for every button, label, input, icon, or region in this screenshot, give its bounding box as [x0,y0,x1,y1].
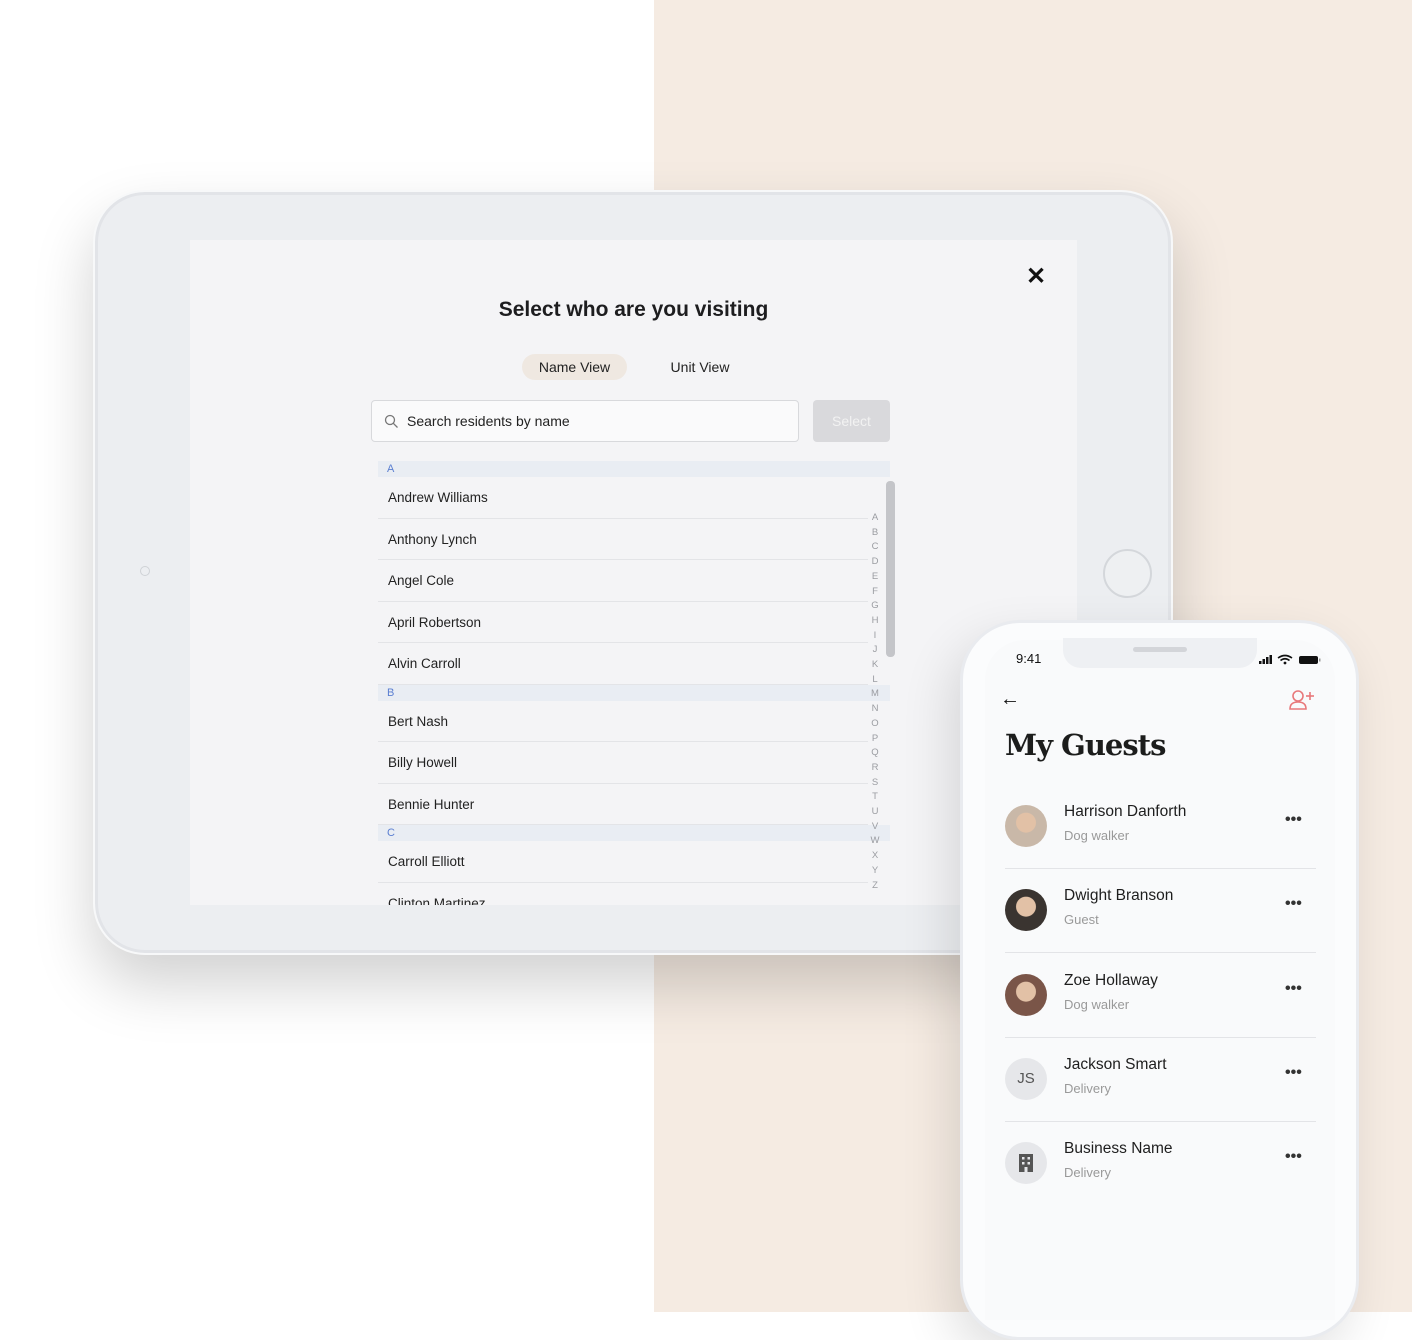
guest-name: Business Name [1064,1140,1173,1158]
alphabet-letter[interactable]: Y [869,864,881,879]
alphabet-letter[interactable]: L [869,673,881,688]
tab-name-view[interactable]: Name View [522,354,627,380]
alphabet-letter[interactable]: Q [869,746,881,761]
more-options-icon[interactable]: ••• [1285,811,1302,829]
phone-speaker [1133,647,1187,652]
more-options-icon[interactable]: ••• [1285,1064,1302,1082]
tablet-home-button[interactable] [1103,549,1152,598]
alphabet-letter[interactable]: G [869,599,881,614]
resident-row[interactable]: Clinton Martinez [378,883,868,906]
alphabet-letter[interactable]: M [869,687,881,702]
status-icons [1259,654,1321,669]
more-options-icon[interactable]: ••• [1285,980,1302,998]
divider [1005,1120,1316,1122]
add-guest-icon[interactable] [1289,689,1315,716]
alphabet-letter[interactable]: X [869,849,881,864]
alphabet-letter[interactable]: J [869,643,881,658]
divider [1005,952,1316,954]
guest-item[interactable]: Business Name Delivery ••• [1005,1140,1316,1226]
guest-name: Jackson Smart [1064,1055,1167,1073]
guest-role: Dog walker [1064,828,1130,843]
tab-unit-view[interactable]: Unit View [650,354,750,380]
alphabet-letter[interactable]: E [869,570,881,585]
battery-icon [1299,656,1321,664]
alphabet-letter[interactable]: N [869,702,881,717]
alphabet-letter[interactable]: B [869,526,881,541]
alphabet-letter[interactable]: P [869,732,881,747]
select-button[interactable]: Select [813,400,890,442]
alphabet-letter[interactable]: O [869,717,881,732]
guest-item[interactable]: Harrison Danforth Dog walker ••• [1005,803,1316,889]
avatar-initials: JS [1005,1057,1047,1100]
alphabet-letter[interactable]: K [869,658,881,673]
wifi-icon [1277,654,1293,665]
search-icon [384,414,398,428]
resident-row[interactable]: April Robertson [378,602,868,643]
alphabet-letter[interactable]: W [869,834,881,849]
avatar [1005,973,1047,1016]
resident-list: A Andrew Williams Anthony Lynch Angel Cole A… [378,461,890,905]
resident-row[interactable]: Bert Nash [378,701,868,742]
alphabet-letter[interactable]: Z [869,879,881,894]
building-icon [1005,1142,1047,1185]
alphabet-letter[interactable]: U [869,805,881,820]
back-arrow-icon[interactable]: ← [1000,688,1020,711]
resident-row[interactable]: Andrew Williams [378,477,868,519]
page-title: Select who are you visiting [498,298,769,321]
alphabet-letter[interactable]: R [869,761,881,776]
guest-name: Harrison Danforth [1064,803,1187,820]
search-placeholder: Search residents by name [407,413,570,429]
guest-name: Dwight Branson [1064,887,1174,905]
scrollbar[interactable] [886,481,895,657]
guest-role: Dog walker [1064,996,1130,1012]
resident-row[interactable]: Billy Howell [378,742,868,784]
tablet-screen: ✕ Select who are you visiting Name View … [190,240,1077,905]
alphabet-letter[interactable]: V [869,820,881,835]
signal-icon [1259,655,1272,664]
resident-row[interactable]: Carroll Elliott [378,841,868,883]
guest-item[interactable]: Zoe Hollaway Dog walker ••• [1005,971,1316,1058]
section-header: B [378,684,890,701]
guest-item[interactable]: Dwight Branson Guest ••• [1005,887,1316,973]
more-options-icon[interactable]: ••• [1285,1148,1302,1166]
alphabet-letter[interactable]: C [869,540,881,555]
alphabet-letter[interactable]: A [869,511,881,526]
alphabet-letter[interactable]: F [869,585,881,600]
alphabet-letter[interactable]: I [869,629,881,644]
section-header: A [378,461,890,477]
close-icon[interactable]: ✕ [1026,262,1046,291]
avatar [1005,889,1047,932]
tablet-camera [140,566,150,576]
resident-row[interactable]: Angel Cole [378,560,868,602]
resident-row[interactable]: Alvin Carroll [378,643,868,685]
resident-row[interactable]: Anthony Lynch [378,519,868,560]
status-time: 9:41 [1016,651,1042,666]
divider [1005,1036,1316,1038]
guest-name: Zoe Hollaway [1064,971,1158,989]
guest-item[interactable]: JS Jackson Smart Delivery ••• [1005,1055,1316,1142]
more-options-icon[interactable]: ••• [1285,895,1302,913]
alphabet-index[interactable]: ABCDEFGHIJKLMNOPQRSTUVWXYZ [869,511,881,893]
alphabet-letter[interactable]: T [869,790,881,805]
alphabet-letter[interactable]: D [869,555,881,570]
avatar [1005,805,1047,847]
alphabet-letter[interactable]: H [869,614,881,629]
search-input[interactable]: Search residents by name [371,400,799,442]
resident-row[interactable]: Bennie Hunter [378,784,868,825]
section-header: C [378,825,890,841]
alphabet-letter[interactable]: S [869,776,881,791]
divider [1005,868,1316,869]
phone-notch [1063,638,1257,668]
guest-role: Delivery [1064,1080,1111,1096]
guest-role: Guest [1064,912,1099,928]
guest-role: Delivery [1064,1165,1111,1181]
phone-title: My Guests [1005,728,1166,762]
